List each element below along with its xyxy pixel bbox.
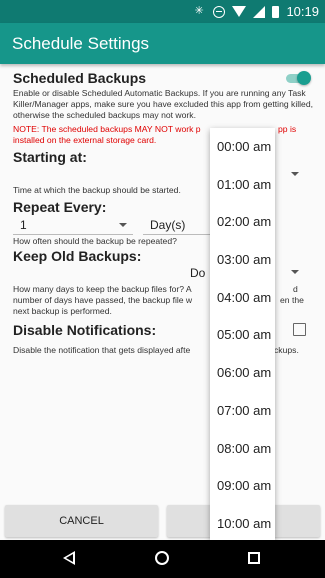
keep-old-backups-desc-line2: number of days have passed, the backup f… (13, 295, 193, 305)
time-option[interactable]: 00:00 am (210, 128, 275, 166)
time-option[interactable]: 08:00 am (210, 430, 275, 468)
cancel-button[interactable]: CANCEL (5, 505, 158, 537)
keep-old-backups-desc-line3: next backup is performed. (13, 306, 112, 316)
recent-apps-icon[interactable] (248, 552, 260, 564)
time-option[interactable]: 10:00 am (210, 505, 275, 540)
time-option[interactable]: 06:00 am (210, 354, 275, 392)
toggle-thumb (297, 71, 311, 85)
repeat-every-title: Repeat Every: (13, 199, 107, 215)
scheduled-backups-toggle[interactable] (286, 71, 311, 85)
starting-at-dropdown-arrow-icon[interactable] (291, 172, 299, 176)
scheduled-backups-note-tail: pp is (278, 124, 297, 134)
signal-icon (253, 5, 266, 18)
scheduled-backups-note: NOTE: The scheduled backups MAY NOT work… (13, 124, 201, 134)
time-option[interactable]: 04:00 am (210, 279, 275, 317)
repeat-every-value-arrow-icon[interactable] (119, 223, 127, 227)
keep-old-backups-desc-line2-tail: en the (280, 295, 304, 305)
starting-at-title: Starting at: (13, 149, 87, 165)
disable-notifications-checkbox[interactable] (293, 323, 306, 336)
app-bar: Schedule Settings (0, 23, 325, 64)
status-bar: 10:19 (0, 0, 325, 23)
time-option[interactable]: 09:00 am (210, 467, 275, 505)
disable-notifications-description: Disable the notification that gets displ… (13, 345, 191, 355)
time-option[interactable]: 01:00 am (210, 166, 275, 204)
status-time: 10:19 (286, 4, 319, 19)
page-title: Schedule Settings (12, 34, 150, 53)
repeat-every-value-underline (13, 234, 133, 235)
home-icon[interactable] (155, 551, 169, 565)
do-not-disturb-icon (213, 5, 226, 18)
keep-old-backups-arrow-icon[interactable] (291, 270, 299, 274)
repeat-every-description: How often should the backup be repeated? (13, 236, 177, 246)
bluetooth-icon (194, 4, 206, 18)
time-option[interactable]: 07:00 am (210, 392, 275, 430)
navigation-bar (0, 540, 325, 578)
repeat-every-value[interactable]: 1 (20, 218, 27, 232)
repeat-every-unit[interactable]: Day(s) (150, 218, 185, 232)
scheduled-backups-description: Enable or disable Scheduled Automatic Ba… (13, 88, 313, 120)
time-option[interactable]: 03:00 am (210, 241, 275, 279)
scheduled-backups-title: Scheduled Backups (13, 70, 147, 86)
back-icon[interactable] (63, 551, 75, 565)
disable-notifications-description-tail: ckups. (274, 345, 299, 355)
battery-icon (272, 5, 280, 18)
time-option[interactable]: 02:00 am (210, 203, 275, 241)
time-option[interactable]: 05:00 am (210, 316, 275, 354)
keep-old-backups-desc-line1-tail: d (293, 284, 298, 294)
keep-old-backups-value[interactable]: Do (190, 266, 205, 280)
keep-old-backups-title: Keep Old Backups: (13, 248, 142, 264)
keep-old-backups-desc-line1: How many days to keep the backup files f… (13, 284, 192, 294)
starting-at-description: Time at which the backup should be start… (13, 185, 181, 195)
disable-notifications-title: Disable Notifications: (13, 322, 157, 338)
scheduled-backups-note-line2: installed on the external storage card. (13, 135, 157, 145)
time-dropdown[interactable]: 00:00 am 01:00 am 02:00 am 03:00 am 04:0… (210, 128, 275, 540)
repeat-every-unit-underline (143, 234, 210, 235)
wifi-icon (232, 6, 247, 17)
